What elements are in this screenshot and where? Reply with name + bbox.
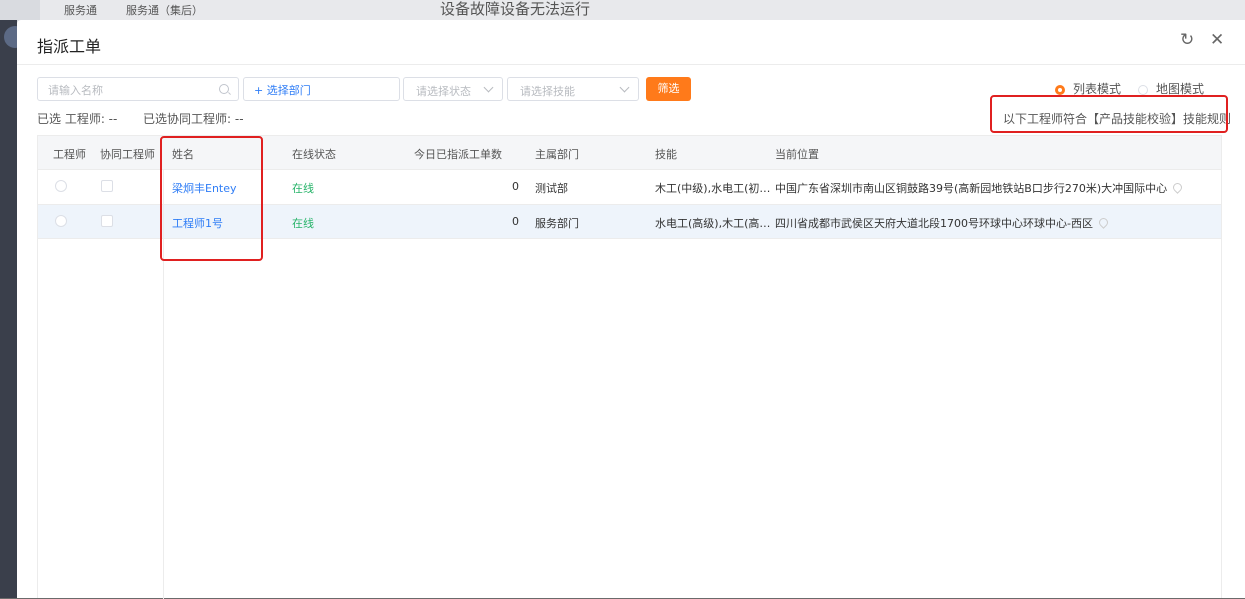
chevron-down-icon [619, 82, 630, 93]
location: 中国广东省深圳市南山区铜鼓路39号(高新园地铁站B口步行270米)大冲国际中心 [775, 180, 1184, 196]
refresh-icon[interactable]: ↻ [1180, 30, 1194, 50]
radio-icon [1138, 85, 1148, 95]
name-search-field[interactable] [37, 77, 239, 101]
skill-select[interactable]: 请选择技能 [507, 77, 639, 101]
header-dept: 主属部门 [535, 148, 579, 161]
close-icon[interactable]: ✕ [1210, 30, 1224, 50]
background-tab: 服务通（集后） [126, 4, 203, 17]
department: 测试部 [535, 182, 568, 195]
map-pin-icon[interactable] [1171, 181, 1184, 194]
map-pin-icon[interactable] [1097, 216, 1110, 229]
department: 服务部门 [535, 217, 579, 230]
header-location: 当前位置 [775, 148, 819, 161]
location-text: 四川省成都市武侯区天府大道北段1700号环球中心环球中心-西区 [775, 217, 1093, 230]
select-department-button[interactable]: + 选择部门 [243, 77, 400, 101]
online-status: 在线 [292, 217, 314, 230]
engineer-radio[interactable] [55, 215, 67, 227]
list-mode-label: 列表模式 [1073, 82, 1122, 96]
dialog-title: 指派工单 [37, 37, 102, 56]
background-tab: 服务通 [64, 4, 97, 17]
location: 四川省成都市武侯区天府大道北段1700号环球中心环球中心-西区 [775, 215, 1110, 231]
annotation-box-rule-text [990, 95, 1228, 133]
assist-checkbox[interactable] [101, 180, 113, 192]
status-select[interactable]: 请选择状态 [403, 77, 503, 101]
assigned-count: 0 [512, 180, 519, 193]
selected-info: 已选 工程师: -- 已选协同工程师: -- [37, 110, 244, 127]
background-sidebar [0, 20, 17, 598]
header-online: 在线状态 [292, 148, 336, 161]
header-engineer: 工程师 [53, 148, 86, 161]
filter-button[interactable]: 筛选 [646, 77, 691, 101]
header-divider [17, 64, 1245, 65]
online-status: 在线 [292, 182, 314, 195]
assigned-count: 0 [512, 215, 519, 228]
selected-engineer: 已选 工程师: -- [37, 112, 118, 126]
annotation-box-name-column [160, 136, 263, 261]
header-assist: 协同工程师 [100, 148, 155, 161]
engineer-radio[interactable] [55, 180, 67, 192]
background-tabbar: 服务通 服务通（集后） 设备故障设备无法运行 [40, 0, 1245, 22]
status-select-placeholder: 请选择状态 [416, 85, 471, 98]
assign-workorder-dialog: 指派工单 ↻ ✕ + 选择部门 请选择状态 请选择技能 筛选 列表模式 地图模式… [17, 20, 1245, 599]
selected-assist: 已选协同工程师: -- [143, 112, 244, 126]
header-skill: 技能 [655, 148, 677, 161]
background-title: 设备故障设备无法运行 [440, 0, 591, 18]
radio-icon [1055, 85, 1065, 95]
chevron-down-icon [483, 82, 494, 93]
skills: 水电工(高级),木工(高… [655, 217, 771, 230]
header-count: 今日已指派工单数 [414, 148, 502, 161]
location-text: 中国广东省深圳市南山区铜鼓路39号(高新园地铁站B口步行270米)大冲国际中心 [775, 182, 1168, 195]
name-search-input[interactable] [46, 79, 210, 101]
assist-checkbox[interactable] [101, 215, 113, 227]
search-icon [219, 84, 229, 94]
skill-select-placeholder: 请选择技能 [520, 85, 575, 98]
skills: 木工(中级),水电工(初… [655, 182, 771, 195]
map-mode-label: 地图模式 [1156, 82, 1205, 96]
